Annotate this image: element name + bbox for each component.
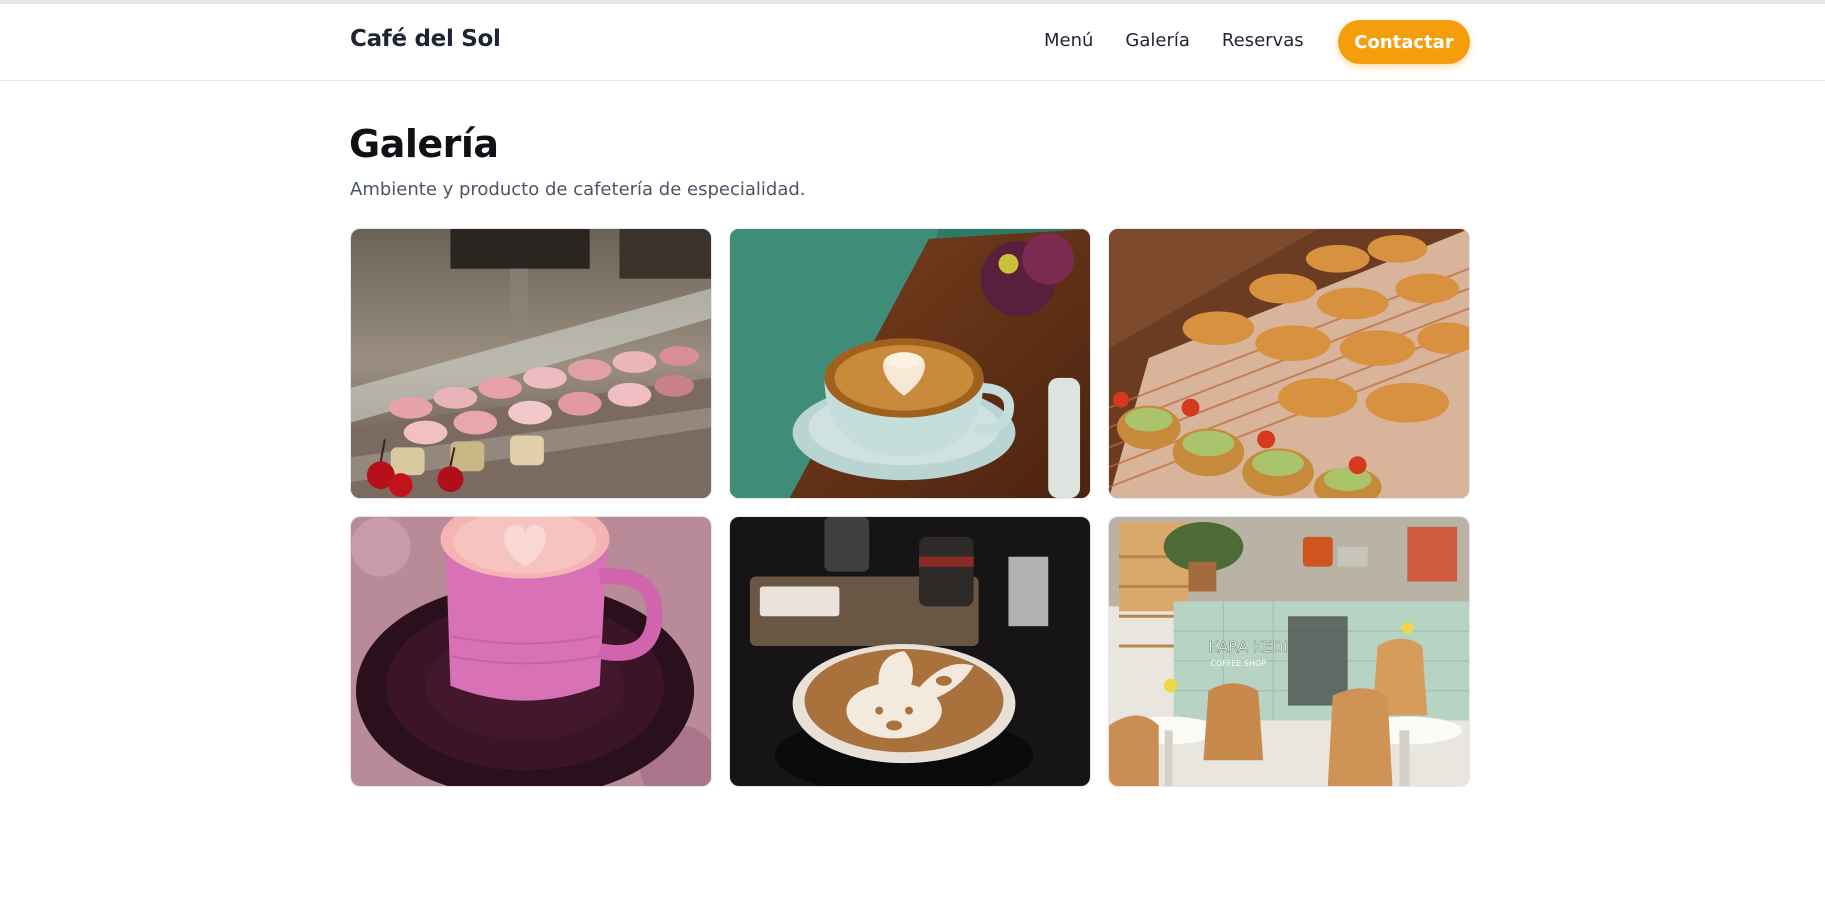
svg-text:COFFEE SHOP: COFFEE SHOP bbox=[1210, 659, 1266, 668]
page-title: Galería bbox=[349, 122, 499, 166]
bunny-latte-art-photo bbox=[730, 517, 1090, 786]
pastry-display-case-photo bbox=[351, 229, 711, 498]
gallery-photo-cafe-interior[interactable]: KARA KEDI COFFEE SHOP bbox=[1108, 516, 1470, 787]
contact-button[interactable]: Contactar bbox=[1338, 20, 1470, 64]
nav-link-galeria[interactable]: Galería bbox=[1125, 30, 1190, 51]
photo-gallery: KARA KEDI COFFEE SHOP bbox=[350, 228, 1470, 787]
latte-art-heart-photo bbox=[730, 229, 1090, 498]
main-nav: Menú Galería Reservas bbox=[1044, 30, 1336, 51]
gallery-photo-pastry-case[interactable] bbox=[350, 228, 712, 499]
site-header: Café del Sol Menú Galería Reservas Conta… bbox=[0, 4, 1825, 81]
svg-text:KARA KEDI: KARA KEDI bbox=[1208, 638, 1287, 656]
nav-link-menu[interactable]: Menú bbox=[1044, 30, 1093, 51]
pink-latte-cup-photo bbox=[351, 517, 711, 786]
croissants-tray-photo bbox=[1109, 229, 1469, 498]
gallery-photo-pink-latte[interactable] bbox=[350, 516, 712, 787]
coffee-shop-interior-photo: KARA KEDI COFFEE SHOP bbox=[1109, 517, 1469, 786]
nav-link-reservas[interactable]: Reservas bbox=[1222, 30, 1304, 51]
page-subtitle: Ambiente y producto de cafetería de espe… bbox=[350, 179, 806, 200]
gallery-photo-bunny-latte[interactable] bbox=[729, 516, 1091, 787]
gallery-photo-croissants[interactable] bbox=[1108, 228, 1470, 499]
brand-logo[interactable]: Café del Sol bbox=[350, 26, 501, 52]
gallery-photo-latte-heart[interactable] bbox=[729, 228, 1091, 499]
